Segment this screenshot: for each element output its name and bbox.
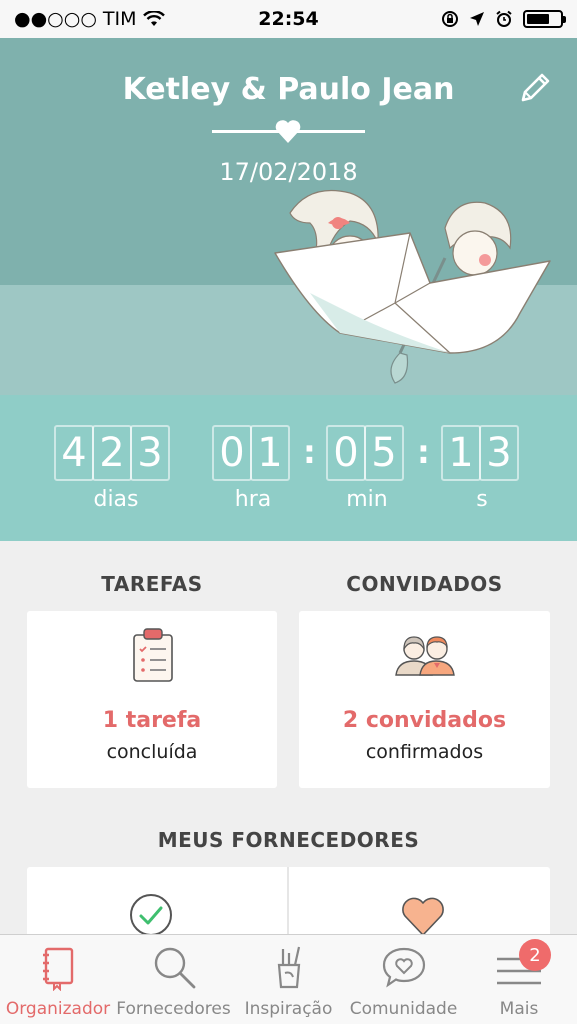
- wedding-date: 17/02/2018: [219, 158, 358, 186]
- status-time: 22:54: [258, 8, 319, 30]
- check-circle-icon[interactable]: [128, 892, 174, 938]
- days-label: dias: [93, 487, 139, 512]
- tasks-status: concluída: [106, 741, 198, 763]
- countdown: 4 2 3 0 1 : 0 5 : 1 3 dias hra min s: [0, 395, 577, 541]
- notification-badge: 2: [519, 939, 551, 971]
- days-digit: 4: [54, 425, 94, 481]
- countdown-days: 4 2 3: [54, 425, 170, 481]
- countdown-separator: :: [417, 433, 430, 471]
- tasks-card[interactable]: 1 tarefa concluída: [27, 611, 277, 788]
- couple-name: Ketley & Paulo Jean: [122, 72, 455, 107]
- hours-digit: 1: [250, 425, 290, 481]
- hero-banner: Ketley & Paulo Jean 17/02/2018: [0, 38, 577, 395]
- search-icon: [154, 947, 195, 989]
- guests-couple-icon: [395, 636, 455, 676]
- favorite-heart-icon[interactable]: [400, 895, 446, 937]
- minutes-label: min: [346, 487, 388, 512]
- heart-icon: [275, 120, 301, 143]
- hours-label: hra: [234, 487, 272, 512]
- location-arrow-icon: [470, 12, 484, 26]
- tab-label: Inspiração: [244, 999, 333, 1019]
- countdown-hours: 0 1: [212, 425, 290, 481]
- days-digit: 2: [92, 425, 132, 481]
- days-digit: 3: [130, 425, 170, 481]
- tab-label: Comunidade: [349, 999, 458, 1019]
- wifi-icon: [142, 11, 165, 26]
- countdown-seconds: 1 3: [441, 425, 519, 481]
- seconds-label: s: [476, 487, 488, 512]
- tab-comunidade[interactable]: Comunidade: [346, 935, 461, 1024]
- tab-mais[interactable]: 2 Mais: [461, 935, 577, 1024]
- status-left: ●●○○○ TIM: [14, 8, 214, 30]
- guests-status: confirmados: [365, 741, 484, 763]
- seconds-digit: 1: [441, 425, 481, 481]
- tab-label: Fornecedores: [116, 999, 231, 1019]
- edit-pencil-icon[interactable]: [517, 70, 553, 106]
- minutes-digit: 5: [364, 425, 404, 481]
- art-supplies-icon: [277, 946, 300, 989]
- tab-label: Mais: [499, 999, 539, 1019]
- guests-count: 2 convidados: [342, 708, 507, 733]
- tab-label: Organizador: [5, 999, 111, 1019]
- alarm-icon: [496, 10, 512, 27]
- guests-card[interactable]: 2 convidados confirmados: [299, 611, 550, 788]
- tasks-section-title: TAREFAS: [101, 572, 203, 596]
- paper-boat-couple-illustration: [274, 189, 551, 384]
- tab-bar: Organizador Fornecedores Inspiração Comu…: [0, 934, 577, 1024]
- hours-digit: 0: [212, 425, 252, 481]
- vendors-section-title: MEUS FORNECEDORES: [157, 828, 420, 852]
- clipboard-checklist-icon: [133, 628, 173, 682]
- tab-organizador[interactable]: Organizador: [0, 935, 116, 1024]
- countdown-separator: :: [303, 433, 316, 471]
- battery-icon: [523, 10, 566, 28]
- carrier-label: ●●○○○ TIM: [14, 8, 137, 30]
- tasks-count: 1 tarefa: [102, 708, 202, 733]
- status-bar: ●●○○○ TIM 22:54: [0, 0, 577, 38]
- chat-heart-icon: [382, 947, 425, 988]
- seconds-digit: 3: [479, 425, 519, 481]
- status-right: [363, 10, 566, 28]
- tab-inspiracao[interactable]: Inspiração: [231, 935, 346, 1024]
- minutes-digit: 0: [326, 425, 366, 481]
- countdown-minutes: 0 5: [326, 425, 404, 481]
- notebook-icon: [43, 947, 74, 991]
- guests-section-title: CONVIDADOS: [346, 572, 503, 596]
- orientation-lock-icon: [442, 11, 458, 27]
- tab-fornecedores[interactable]: Fornecedores: [116, 935, 231, 1024]
